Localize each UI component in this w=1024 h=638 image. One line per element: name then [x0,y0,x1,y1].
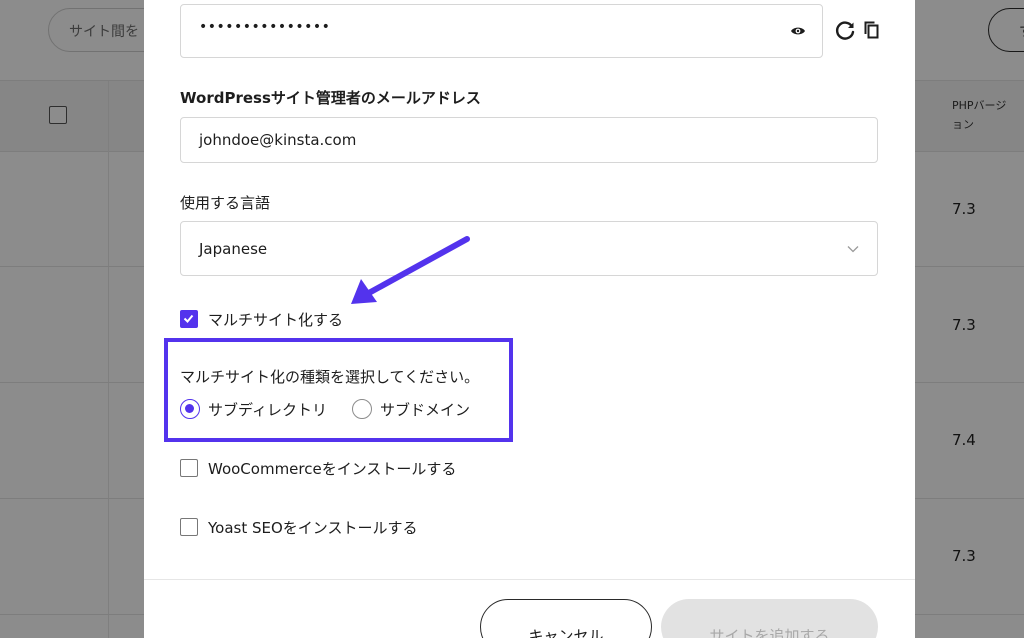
multisite-label: マルチサイト化する [208,311,344,329]
admin-email-label: WordPressサイト管理者のメールアドレス [180,89,481,107]
annotation-arrow-icon [351,236,470,304]
yoast-checkbox[interactable] [180,518,198,536]
woocommerce-checkbox[interactable] [180,459,198,477]
radio-subdirectory[interactable] [180,399,200,419]
password-value: ••••••••••••••• [199,19,331,35]
chevron-down-icon [847,246,859,253]
radio-subdomain[interactable] [352,399,372,419]
admin-email-input[interactable]: johndoe@kinsta.com [180,117,878,163]
copy-icon[interactable] [864,21,880,39]
language-select[interactable]: Japanese [180,221,878,276]
radio-subdirectory-label: サブディレクトリ [208,401,327,419]
add-site-modal: ••••••••••••••• WordPressサイト管理者のメールアドレス … [144,0,915,638]
add-site-button: サイトを追加する [661,599,878,638]
yoast-label: Yoast SEOをインストールする [208,519,418,537]
woocommerce-label: WooCommerceをインストールする [208,460,457,478]
language-label: 使用する言語 [180,194,271,212]
modal-footer-divider [144,579,915,580]
multisite-type-question: マルチサイト化の種類を選択してください。 [180,368,480,386]
refresh-icon[interactable] [834,20,856,42]
multisite-highlight-box [164,338,513,442]
admin-password-field[interactable]: ••••••••••••••• [180,4,823,58]
radio-subdomain-label: サブドメイン [380,401,471,419]
multisite-checkbox[interactable] [180,310,198,328]
cancel-button[interactable]: キャンセル [480,599,652,638]
language-selected-value: Japanese [199,240,268,258]
eye-icon[interactable] [790,23,806,39]
checkmark-icon [183,314,194,323]
